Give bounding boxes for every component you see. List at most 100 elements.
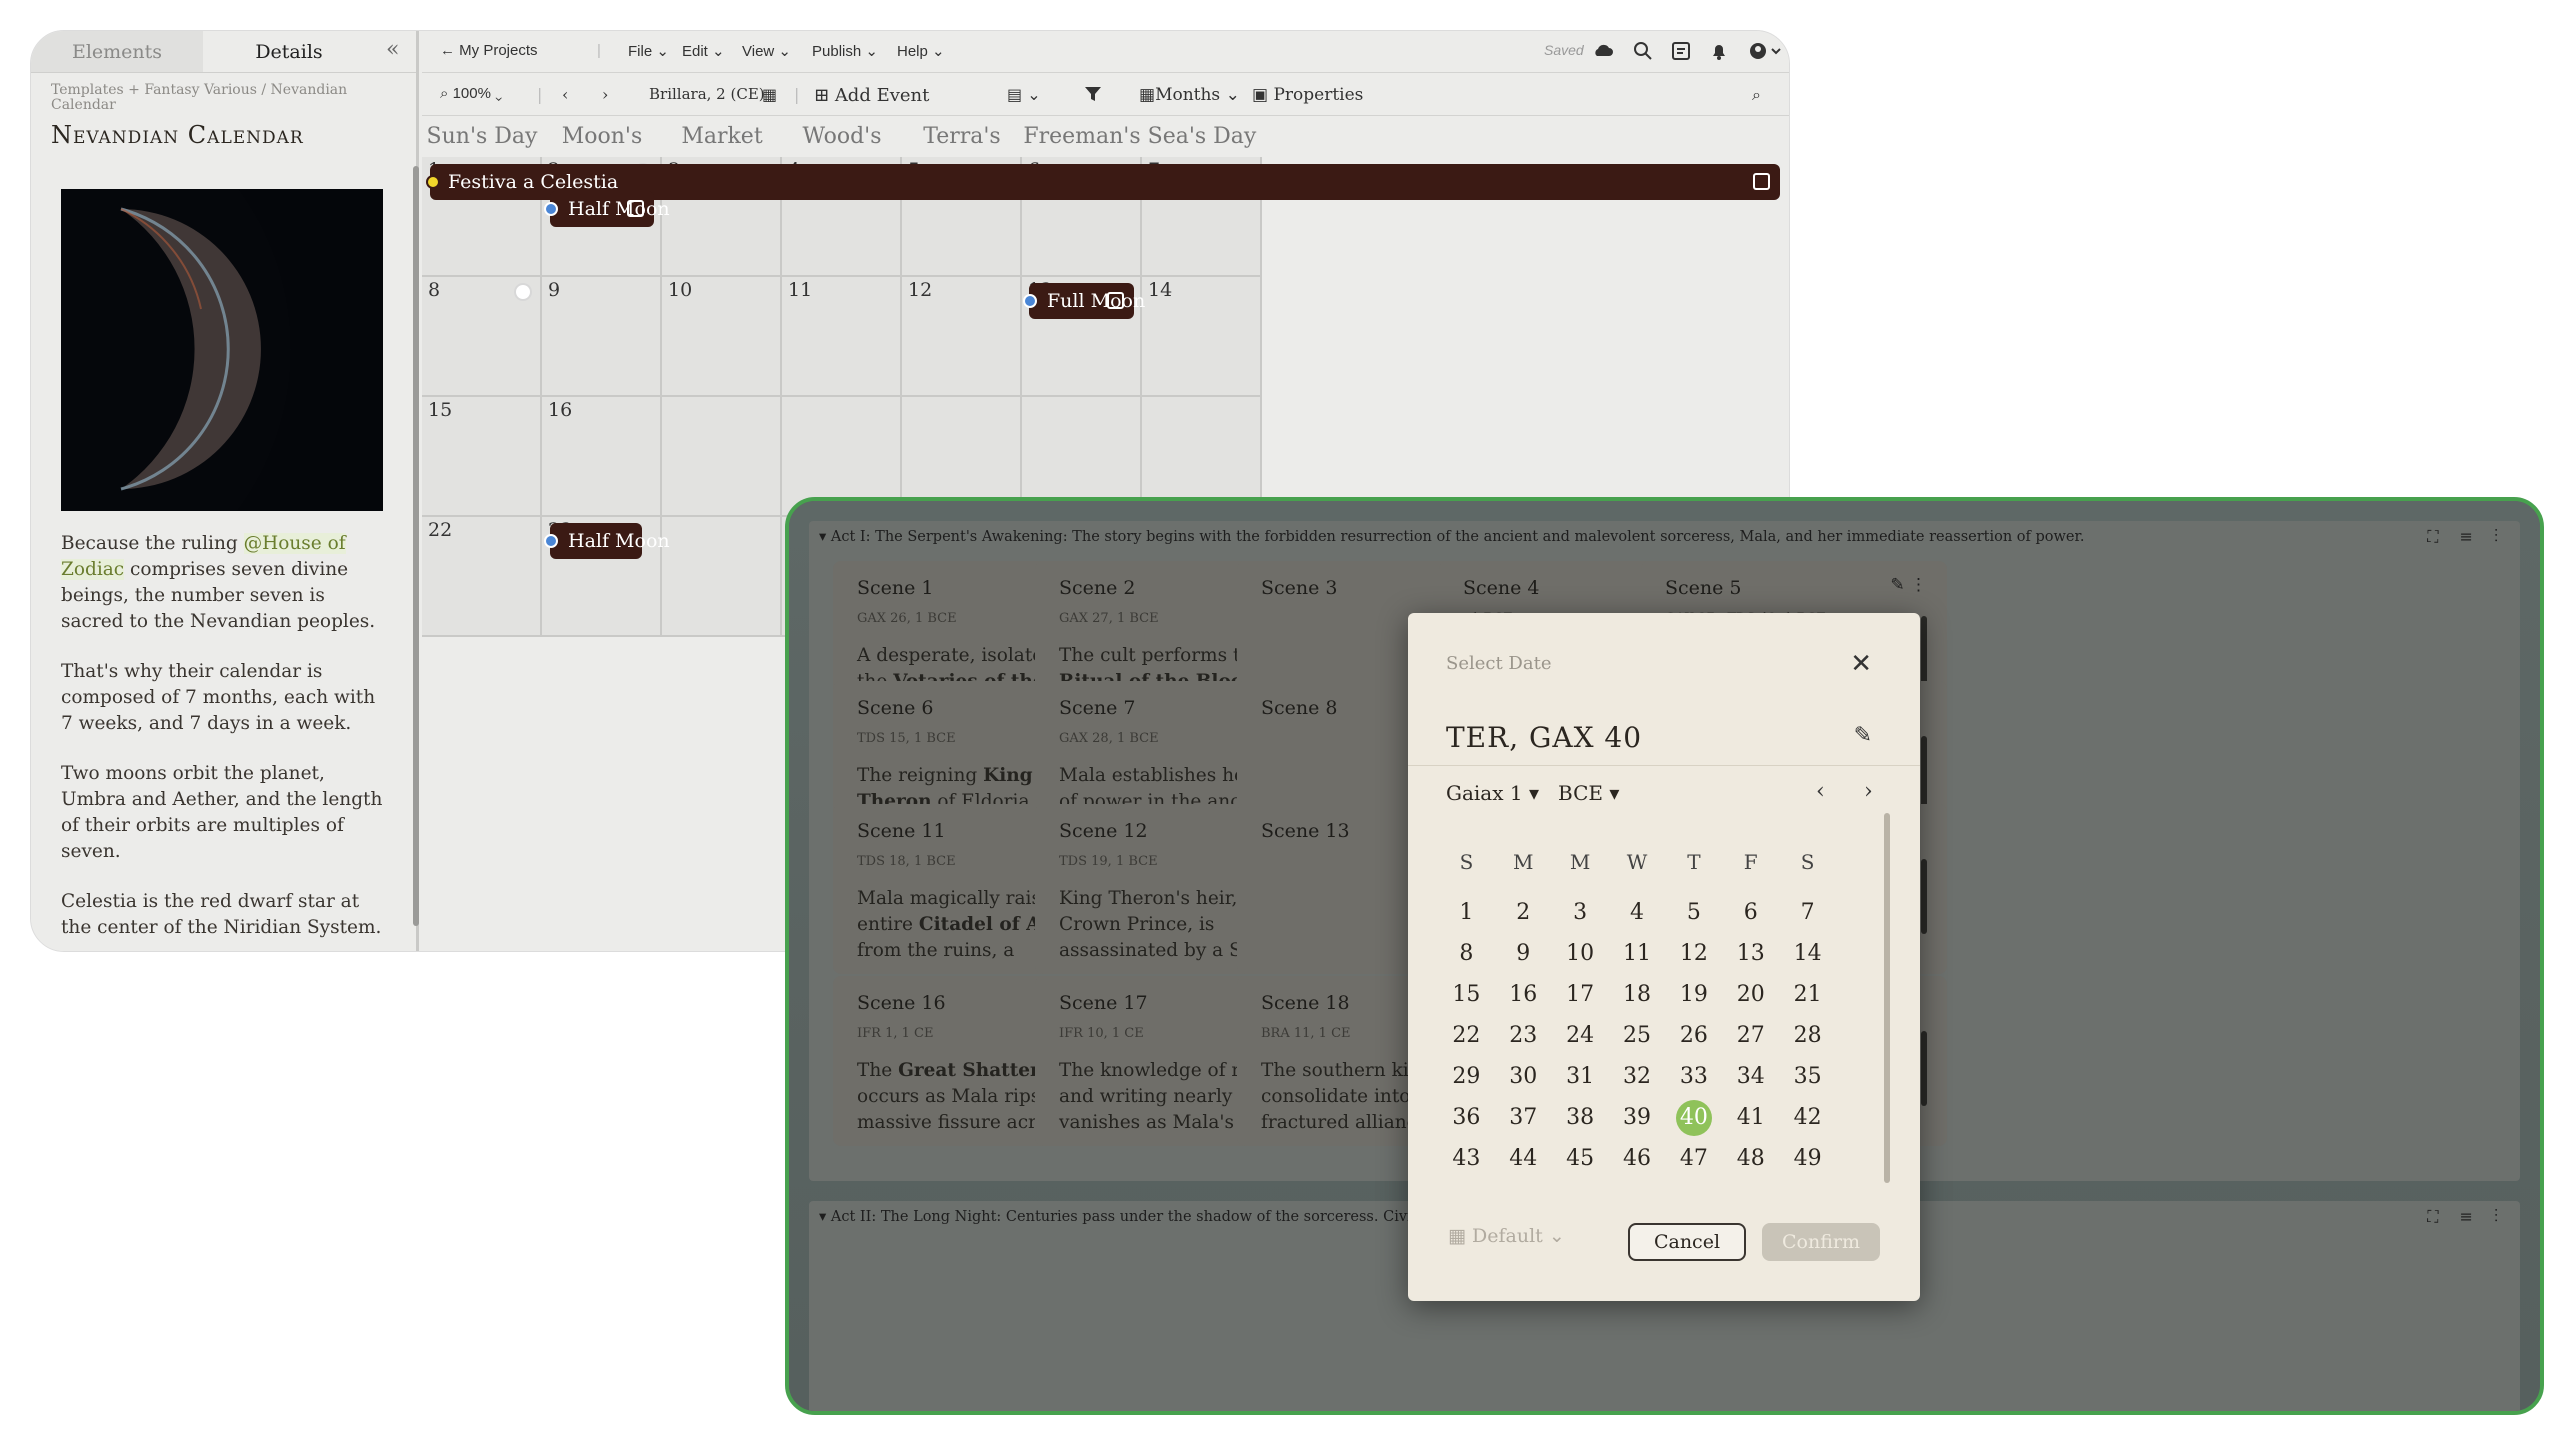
day-option[interactable]: 6	[1722, 900, 1779, 925]
sidebar-scrollbar[interactable]	[413, 166, 419, 926]
day-option[interactable]: 5	[1665, 900, 1722, 925]
day-option[interactable]: 42	[1779, 1105, 1836, 1130]
close-icon[interactable]: ✕	[1850, 649, 1872, 679]
calendar-picker-icon[interactable]: ▦	[762, 85, 777, 104]
account-icon[interactable]	[1748, 40, 1781, 62]
search-doc-icon[interactable]: ⌕	[1752, 85, 1761, 105]
collapse-sidebar-icon[interactable]: «	[386, 37, 399, 62]
current-month-label[interactable]: Brillara, 2 (CE)	[649, 85, 765, 103]
day-cell[interactable]: 11	[782, 277, 902, 397]
day-option[interactable]: 11	[1609, 941, 1666, 966]
act-header[interactable]: ▾ Act I: The Serpent's Awakening: The st…	[819, 529, 2084, 545]
add-event-button[interactable]: ⊞ Add Event	[814, 85, 929, 106]
filter-icon[interactable]	[1084, 85, 1102, 107]
day-option[interactable]: 46	[1609, 1146, 1666, 1171]
menu-publish[interactable]: Publish ⌄	[812, 42, 878, 60]
day-option[interactable]: 19	[1665, 982, 1722, 1007]
prev-month-button[interactable]: ‹	[1816, 779, 1825, 804]
event-type-select[interactable]: ▤ ⌄	[1007, 85, 1041, 104]
day-option[interactable]: 41	[1722, 1105, 1779, 1130]
search-icon[interactable]	[1632, 40, 1654, 62]
bell-icon[interactable]	[1708, 40, 1730, 62]
act-toolbar[interactable]: ⛶ ≡ ⋮	[2427, 1207, 2506, 1227]
notes-icon[interactable]	[1670, 40, 1692, 62]
view-mode-select[interactable]: ▦Months ⌄	[1139, 85, 1240, 105]
day-cell[interactable]: 15	[422, 397, 542, 517]
day-option[interactable]: 7	[1779, 900, 1836, 925]
day-option[interactable]: 45	[1552, 1146, 1609, 1171]
day-cell[interactable]	[662, 517, 782, 637]
day-option[interactable]: 29	[1438, 1064, 1495, 1089]
menu-view[interactable]: View ⌄	[742, 42, 791, 60]
event-half-moon[interactable]: Half Moon	[544, 523, 670, 559]
day-cell[interactable]: 9	[542, 277, 662, 397]
day-option[interactable]: 33	[1665, 1064, 1722, 1089]
day-option[interactable]: 49	[1779, 1146, 1836, 1171]
month-select[interactable]: Gaiax 1 ▾	[1446, 781, 1539, 805]
era-select[interactable]: BCE ▾	[1558, 781, 1619, 805]
act-header[interactable]: ▾ Act II: The Long Night: Centuries pass…	[819, 1209, 1429, 1225]
day-cell[interactable]: 10	[662, 277, 782, 397]
day-cell[interactable]	[662, 397, 782, 517]
scene-scrollbar[interactable]	[1921, 616, 1927, 691]
day-option[interactable]: 21	[1779, 982, 1836, 1007]
next-month-button[interactable]: ›	[1864, 779, 1873, 804]
day-option[interactable]: 17	[1552, 982, 1609, 1007]
day-option[interactable]: 31	[1552, 1064, 1609, 1089]
edit-pencil-icon[interactable]: ✎	[1854, 723, 1872, 748]
day-option[interactable]: 13	[1722, 941, 1779, 966]
day-cell[interactable]: 22	[422, 517, 542, 637]
zoom-select[interactable]: ⌕ 100% ⌄	[440, 85, 502, 102]
day-option[interactable]: 39	[1609, 1105, 1666, 1130]
day-option[interactable]: 38	[1552, 1105, 1609, 1130]
day-option[interactable]: 4	[1609, 900, 1666, 925]
tab-details[interactable]: Details	[203, 31, 375, 72]
scene-scrollbar[interactable]	[1921, 1031, 1927, 1106]
confirm-button[interactable]: Confirm	[1762, 1223, 1880, 1261]
day-option[interactable]: 14	[1779, 941, 1836, 966]
day-cell[interactable]: 16	[542, 397, 662, 517]
day-option[interactable]: 26	[1665, 1023, 1722, 1048]
day-option[interactable]: 48	[1722, 1146, 1779, 1171]
day-option[interactable]: 47	[1665, 1146, 1722, 1171]
day-option[interactable]: 44	[1495, 1146, 1552, 1171]
day-option[interactable]: 1	[1438, 900, 1495, 925]
day-option[interactable]: 27	[1722, 1023, 1779, 1048]
picker-scrollbar[interactable]	[1884, 813, 1890, 1183]
edit-pencil-icon[interactable]: ✎ ⋮	[1890, 575, 1927, 595]
day-cell[interactable]: 12	[902, 277, 1022, 397]
day-option[interactable]: 8	[1438, 941, 1495, 966]
day-option[interactable]: 32	[1609, 1064, 1666, 1089]
scene-scrollbar[interactable]	[1921, 736, 1927, 811]
day-option[interactable]: 37	[1495, 1105, 1552, 1130]
day-option[interactable]: 24	[1552, 1023, 1609, 1048]
event-half-moon[interactable]: Half Moon	[544, 191, 670, 227]
selected-day[interactable]: 40	[1665, 1099, 1722, 1136]
day-option[interactable]: 2	[1495, 900, 1552, 925]
day-option[interactable]: 9	[1495, 941, 1552, 966]
properties-button[interactable]: ▣ Properties	[1252, 85, 1363, 105]
day-option[interactable]: 3	[1552, 900, 1609, 925]
scene-scrollbar[interactable]	[1921, 859, 1927, 934]
day-option[interactable]: 25	[1609, 1023, 1666, 1048]
day-option[interactable]: 30	[1495, 1064, 1552, 1089]
day-option[interactable]: 15	[1438, 982, 1495, 1007]
back-to-projects-button[interactable]: ← My Projects	[440, 42, 538, 59]
day-option[interactable]: 36	[1438, 1105, 1495, 1130]
default-calendar-select[interactable]: ▦ Default ⌄	[1448, 1225, 1565, 1247]
day-option[interactable]: 28	[1779, 1023, 1836, 1048]
next-month-button[interactable]: ›	[602, 85, 608, 104]
day-option[interactable]: 23	[1495, 1023, 1552, 1048]
day-cell[interactable]: 14	[1142, 277, 1262, 397]
day-option[interactable]: 35	[1779, 1064, 1836, 1089]
day-option[interactable]: 43	[1438, 1146, 1495, 1171]
act-toolbar[interactable]: ⛶ ≡ ⋮	[2427, 527, 2506, 547]
menu-file[interactable]: File ⌄	[628, 42, 669, 60]
menu-help[interactable]: Help ⌄	[897, 42, 945, 60]
day-option[interactable]: 16	[1495, 982, 1552, 1007]
day-cell[interactable]: 8	[422, 277, 542, 397]
day-option[interactable]: 10	[1552, 941, 1609, 966]
day-option[interactable]: 18	[1609, 982, 1666, 1007]
day-option[interactable]: 12	[1665, 941, 1722, 966]
tab-elements[interactable]: Elements	[31, 31, 203, 72]
